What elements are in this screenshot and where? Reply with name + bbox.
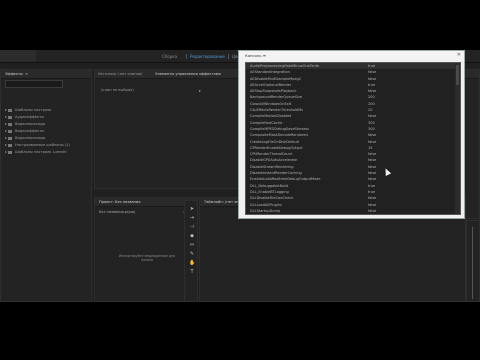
- tab-effects[interactable]: Эффекты: [5, 72, 23, 76]
- razor-tool-icon[interactable]: ◆: [189, 233, 195, 239]
- dialog-titlebar[interactable]: Консоль ≡ ✕: [239, 51, 464, 60]
- effects-panel: Эффекты ≡ Шаблоны настроек Аудиоэффекты …: [0, 69, 92, 302]
- play-icon[interactable]: ▸: [199, 88, 201, 93]
- folder-icon: [8, 108, 12, 112]
- tree-item-label: Настраиваемые шаблоны (1): [15, 143, 70, 147]
- folder-icon: [8, 115, 12, 119]
- hand-tool-icon[interactable]: ✋: [189, 260, 195, 266]
- setting-value[interactable]: false: [368, 208, 376, 214]
- tree-item[interactable]: Аудиоэффекты: [5, 115, 44, 120]
- scrollbar[interactable]: [455, 63, 460, 214]
- expand-icon: [5, 130, 7, 132]
- tree-item[interactable]: Шаблоны настроек Lumetri: [5, 150, 67, 155]
- console-table: AudioPreprocessingRateMinusOneTenth true A…: [245, 62, 461, 215]
- console-dialog: Консоль ≡ ✕ AudioPreprocessingRateMinusO…: [238, 50, 465, 219]
- tree-item[interactable]: Видеопереходы: [5, 136, 45, 141]
- divider: [228, 54, 229, 59]
- selection-tool-icon[interactable]: ➤: [189, 206, 195, 212]
- tools-panel: ➤ ⇥ ⊣ ◆ ↔ ✎ ✋ T: [184, 200, 198, 302]
- tab-effect-controls[interactable]: Элементы управления эффектами: [155, 72, 221, 76]
- panel-menu-icon[interactable]: ≡: [25, 72, 28, 76]
- pen-tool-icon[interactable]: ✎: [189, 251, 195, 257]
- folder-icon: [8, 122, 12, 126]
- project-file-label: Без названия.prproj: [99, 210, 136, 214]
- tree-item-label: Шаблоны настроек: [15, 108, 52, 112]
- effect-controls-header: Источник: (нет клипов) Элементы управлен…: [95, 70, 238, 79]
- tree-item[interactable]: Настраиваемые шаблоны (1): [5, 143, 70, 148]
- folder-icon: [8, 143, 12, 147]
- effects-panel-header: Эффекты ≡: [1, 70, 91, 79]
- tree-item-label: Аудиоэффекты: [15, 115, 45, 119]
- dialog-title: Консоль ≡: [245, 53, 266, 58]
- expand-icon: [5, 116, 7, 118]
- track-select-icon[interactable]: ⇥: [189, 215, 195, 221]
- type-tool-icon[interactable]: T: [189, 269, 195, 275]
- search-input[interactable]: [5, 80, 63, 88]
- tree-item-label: Шаблоны настроек Lumetri: [15, 150, 67, 154]
- no-clip-label: (клип не выбран): [101, 88, 134, 92]
- audio-meters-panel: [466, 220, 480, 302]
- tab-project[interactable]: Проект: Без названия: [99, 200, 140, 204]
- table-row[interactable]: DLLStartupDump false: [246, 208, 460, 214]
- scrollbar-thumb[interactable]: [456, 65, 459, 85]
- close-icon[interactable]: ✕: [457, 52, 461, 58]
- expand-icon: [5, 144, 7, 146]
- tab-source[interactable]: Источник: (нет клипов): [98, 72, 142, 76]
- tree-item[interactable]: Шаблоны настроек: [5, 108, 52, 113]
- tree-item[interactable]: Видеопереходы: [5, 122, 45, 127]
- expand-icon: [5, 109, 7, 111]
- tree-item-label: Видеопереходы: [15, 122, 46, 126]
- project-panel: Проект: Без названия Без названия.prproj…: [94, 197, 198, 302]
- folder-icon: [8, 136, 12, 140]
- slip-tool-icon[interactable]: ↔: [189, 242, 195, 248]
- ripple-edit-icon[interactable]: ⊣: [189, 224, 195, 230]
- setting-name: DLLStartupDump: [250, 208, 281, 213]
- expand-icon: [5, 123, 7, 125]
- effect-controls-panel: Источник: (нет клипов) Элементы управлен…: [94, 69, 239, 189]
- import-hint: Импортируйте медиаданные для начала: [118, 254, 176, 262]
- tree-item[interactable]: Видеоэффекты: [5, 129, 44, 134]
- folder-icon: [8, 129, 12, 133]
- folder-icon: [8, 150, 12, 154]
- project-panel-header: Проект: Без названия: [95, 198, 197, 207]
- workspace-tab-editing[interactable]: Редактирование: [190, 53, 225, 60]
- divider: [186, 54, 187, 59]
- console-rows: AudioPreprocessingRateMinusOneTenth true A…: [246, 63, 460, 214]
- tree-item-label: Видеопереходы: [15, 136, 46, 140]
- menu-area: [0, 50, 36, 62]
- expand-icon: [5, 137, 7, 139]
- expand-icon: [5, 151, 7, 153]
- tree-item-label: Видеоэффекты: [15, 129, 45, 133]
- workspace-tab-assembly[interactable]: Сборка: [162, 53, 177, 60]
- meter-bar: [472, 227, 473, 299]
